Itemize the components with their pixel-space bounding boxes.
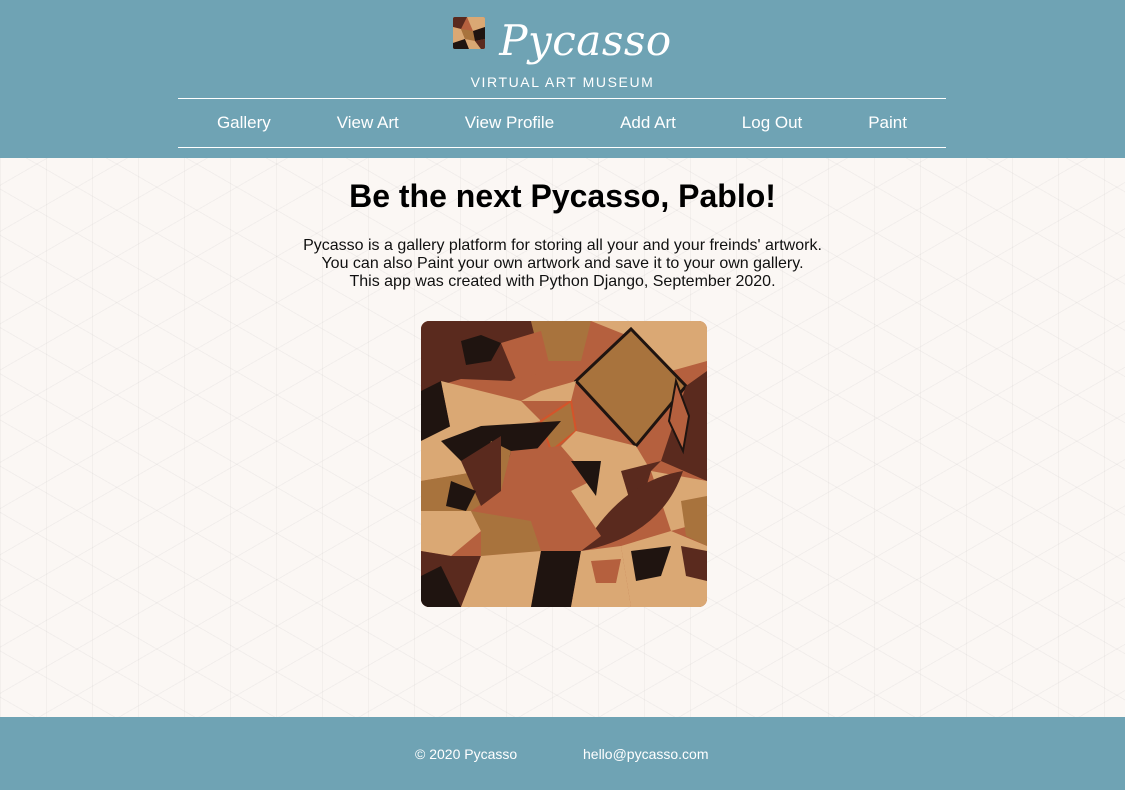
nav-view-profile[interactable]: View Profile [465,113,554,133]
main-nav: Gallery View Art View Profile Add Art Lo… [178,98,946,148]
site-tagline: VIRTUAL ART MUSEUM [470,74,655,90]
intro-text: Pycasso is a gallery platform for storin… [0,237,1125,291]
nav-add-art[interactable]: Add Art [620,113,676,133]
site-header: Pycasso VIRTUAL ART MUSEUM Gallery View … [0,0,1125,158]
logo-row[interactable]: Pycasso [0,12,1125,68]
featured-artwork [421,321,707,607]
nav-paint[interactable]: Paint [868,113,907,133]
footer-email-link[interactable]: hello@pycasso.com [583,746,709,762]
main-content: Be the next Pycasso, Pablo! Pycasso is a… [0,158,1125,717]
site-footer: © 2020 Pycasso hello@pycasso.com [0,717,1125,790]
logo-icon[interactable] [453,17,486,49]
intro-line: This app was created with Python Django,… [349,273,776,290]
site-logo-name[interactable]: Pycasso [499,16,671,65]
footer-copyright: © 2020 Pycasso [415,746,518,762]
page-title: Be the next Pycasso, Pablo! [349,178,776,214]
nav-view-art[interactable]: View Art [337,113,399,133]
intro-line: You can also Paint your own artwork and … [321,255,804,272]
brand: Pycasso VIRTUAL ART MUSEUM [0,12,1125,90]
cubist-artwork-icon [421,321,707,607]
nav-log-out[interactable]: Log Out [742,113,803,133]
nav-gallery[interactable]: Gallery [217,113,271,133]
intro-line: Pycasso is a gallery platform for storin… [303,237,822,254]
